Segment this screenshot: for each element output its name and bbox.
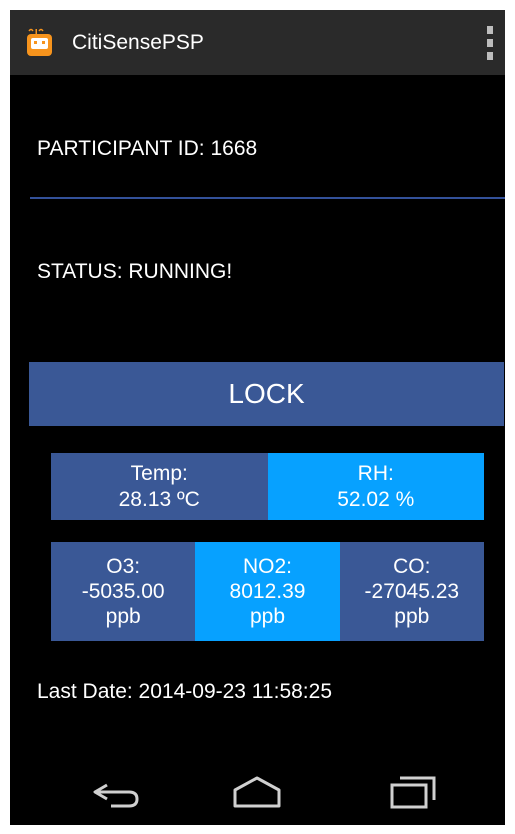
no2-reading: NO2: 8012.39 ppb <box>195 542 340 641</box>
menu-dot <box>487 39 493 47</box>
participant-id: PARTICIPANT ID: 1668 <box>37 137 258 160</box>
climate-readings: Temp: 28.13 ºC RH: 52.02 % <box>51 453 484 520</box>
temp-value: 28.13 ºC <box>118 487 200 511</box>
gas-readings: O3: -5035.00 ppb NO2: 8012.39 ppb CO: -2… <box>51 542 484 641</box>
co-reading: CO: -27045.23 ppb <box>339 542 484 641</box>
menu-dot <box>487 52 493 60</box>
no2-value: 8012.39 <box>229 579 306 603</box>
lock-button[interactable]: LOCK <box>29 362 504 426</box>
temp-reading: Temp: 28.13 ºC <box>51 453 268 520</box>
no2-label: NO2: <box>242 554 292 578</box>
home-icon[interactable] <box>227 772 287 812</box>
last-date: Last Date: 2014-09-23 11:58:25 <box>37 680 332 703</box>
device-screen: CitiSensePSP PARTICIPANT ID: 1668 STATUS… <box>10 10 505 825</box>
co-value: -27045.23 <box>364 579 460 603</box>
recent-apps-icon[interactable] <box>382 772 442 812</box>
temp-label: Temp: <box>130 462 188 486</box>
overflow-menu-icon[interactable] <box>483 26 497 60</box>
o3-value: -5035.00 <box>81 579 165 603</box>
rh-value: 52.02 % <box>337 487 415 511</box>
menu-dot <box>487 26 493 34</box>
o3-label: O3: <box>106 554 141 578</box>
rh-reading: RH: 52.02 % <box>267 453 484 520</box>
app-title: CitiSensePSP <box>72 31 204 54</box>
co-label: CO: <box>393 554 431 578</box>
no2-unit: ppb <box>249 605 286 629</box>
divider <box>30 197 505 199</box>
action-bar: CitiSensePSP <box>10 10 505 75</box>
navigation-bar <box>10 760 505 825</box>
back-icon[interactable] <box>87 772 147 812</box>
status-text: STATUS: RUNNING! <box>37 260 233 283</box>
rh-label: RH: <box>357 462 394 486</box>
o3-reading: O3: -5035.00 ppb <box>51 542 196 641</box>
co-unit: ppb <box>394 605 430 629</box>
o3-unit: ppb <box>105 605 141 629</box>
robot-app-icon[interactable] <box>22 24 58 60</box>
